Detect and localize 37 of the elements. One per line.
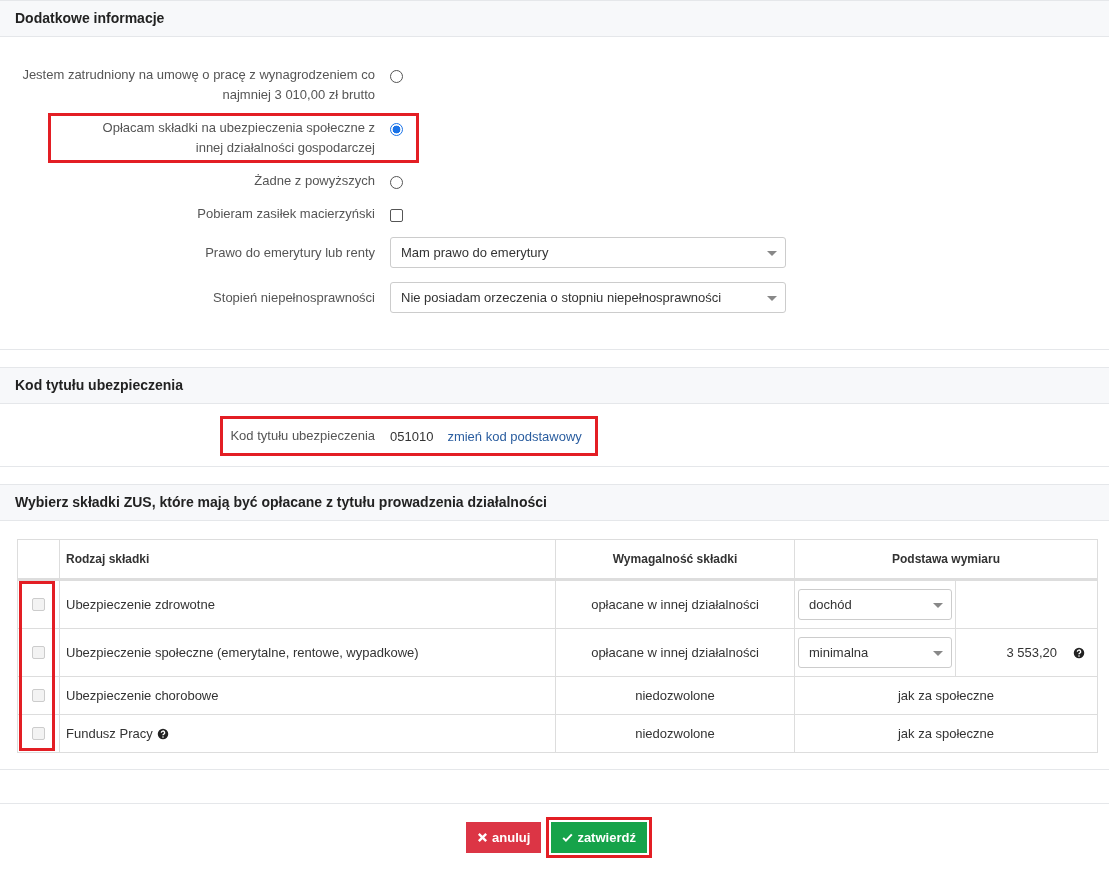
option-label: Pobieram zasiłek macierzyński [196, 205, 375, 223]
checkbox[interactable] [390, 208, 403, 222]
contribution-name: Ubezpieczenie społeczne (emerytalne, rentowe, wypadkowe) [66, 645, 419, 660]
field-label: Kod tytułu ubezpieczenia [229, 427, 375, 445]
table-cell: jak za społeczne [794, 714, 1098, 753]
change-code-link[interactable]: zmień kod podstawowy [447, 428, 582, 444]
contribution-name: Fundusz Pracy [66, 726, 153, 741]
column-header: Rodzaj składki [59, 539, 556, 580]
section-header: Kod tytułu ubezpieczenia [0, 367, 1109, 404]
amount: 3 553,20 [1006, 645, 1057, 660]
column-header: Podstawa wymiaru [794, 539, 1098, 580]
close-icon [477, 832, 489, 843]
table-cell: opłacane w innej działalności [555, 628, 795, 677]
check-icon [562, 832, 574, 843]
caret-icon [767, 251, 777, 256]
option-label: Żadne z powyższych [253, 172, 375, 190]
field-label: Stopień niepełnosprawności [212, 288, 375, 307]
option-label: Opłacam składki na ubezpieczenia społeczne z innej działalności gospodarczej [101, 119, 375, 157]
caret-icon [933, 603, 943, 608]
caret-icon [933, 651, 943, 656]
table-cell: niedozwolone [555, 714, 795, 753]
section-header: Dodatkowe informacje [0, 0, 1109, 37]
caret-icon [767, 296, 777, 301]
table-cell: jak za społeczne [794, 676, 1098, 715]
field-label: Prawo do emerytury lub renty [204, 243, 375, 262]
contribution-name: Ubezpieczenie zdrowotne [66, 597, 215, 612]
table-cell: niedozwolone [555, 676, 795, 715]
radio-button[interactable] [390, 122, 403, 136]
cancel-button[interactable]: anuluj [466, 822, 542, 853]
contribution-name: Ubezpieczenie chorobowe [66, 688, 219, 703]
insurance-code: 051010 [390, 428, 434, 444]
section-header: Wybierz składki ZUS, które mają być opłacane z tytułu prowadzenia działalności [0, 484, 1109, 521]
dropdown[interactable]: Nie posiadam orzeczenia o stopniu niepełnosprawności [390, 282, 786, 313]
option-label: Jestem zatrudniony na umowę o pracę z wynagrodzeniem co najmniej 3 010,00 zł brutto [21, 66, 375, 104]
dropdown[interactable]: Mam prawo do emerytury [390, 237, 786, 268]
column-header: Wymagalność składki [555, 539, 795, 580]
table-cell: opłacane w innej działalności [555, 579, 795, 629]
